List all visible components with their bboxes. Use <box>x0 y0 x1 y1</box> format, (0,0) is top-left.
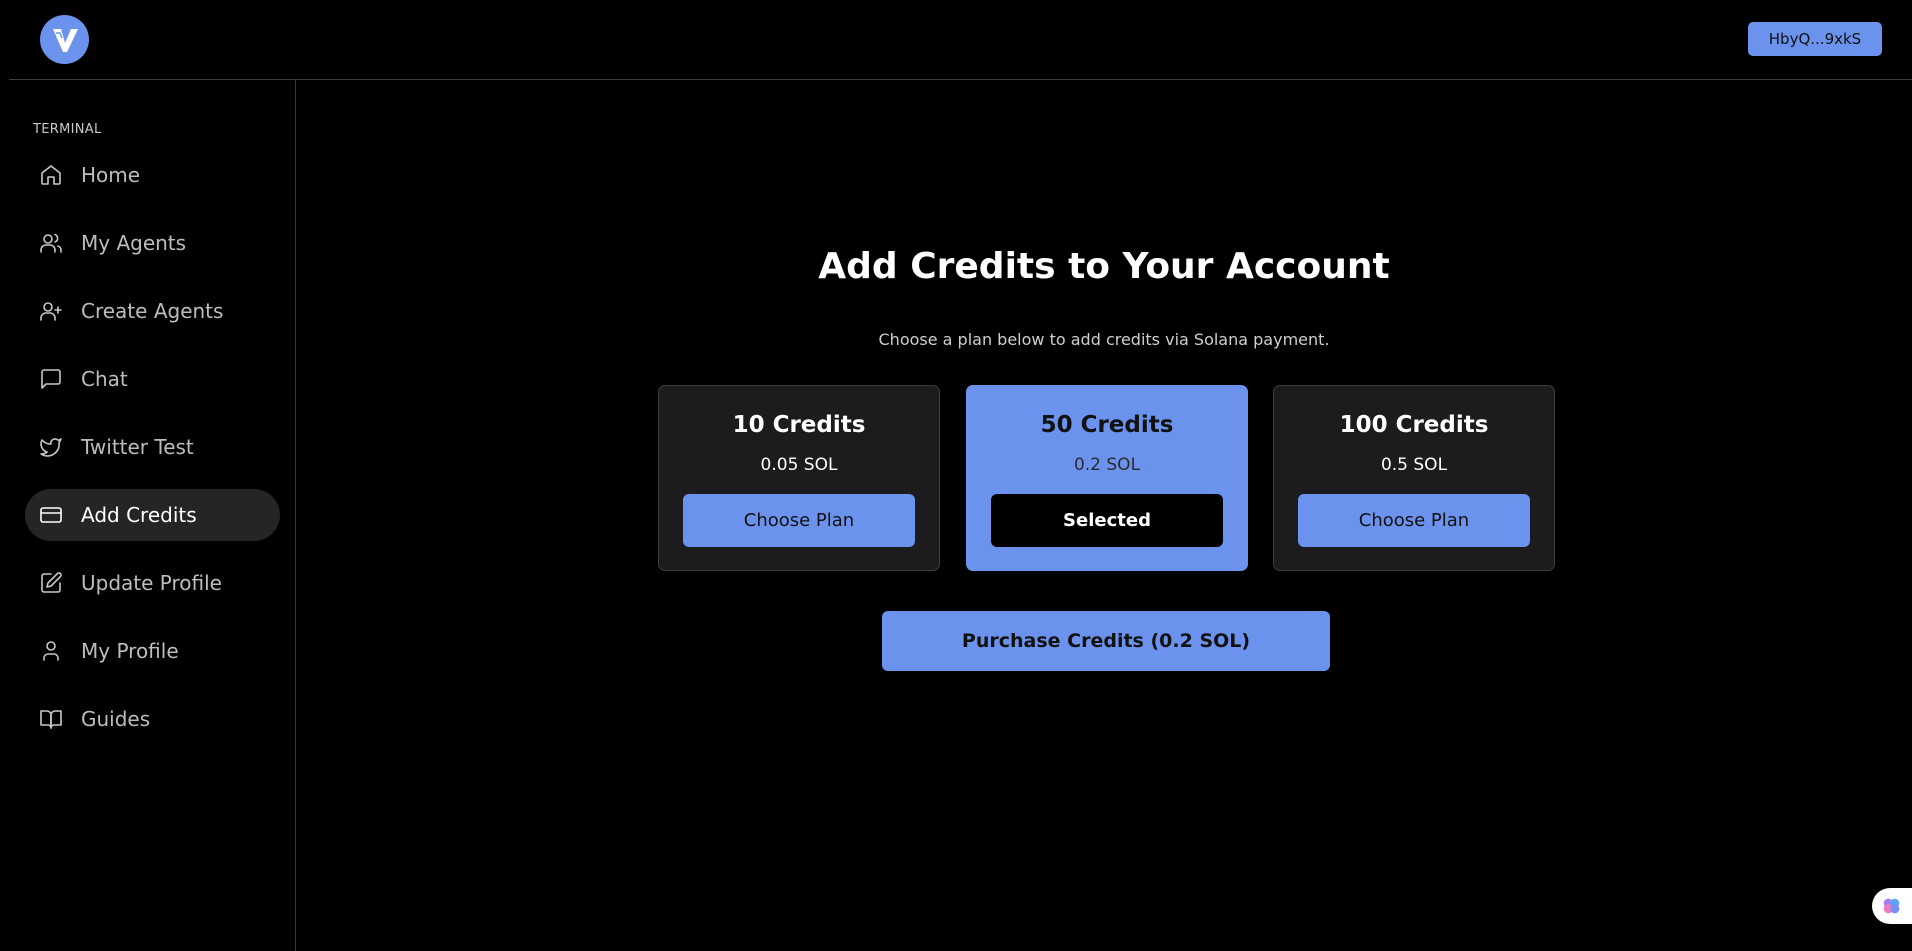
sidebar-item-label: Home <box>81 163 141 187</box>
plan-name: 100 Credits <box>1339 412 1489 438</box>
sidebar-item-update-profile[interactable]: Update Profile <box>25 557 280 609</box>
floating-assistant-widget[interactable] <box>1872 888 1912 924</box>
sidebar-item-label: Add Credits <box>81 503 197 527</box>
page-title: Add Credits to Your Account <box>818 246 1390 287</box>
sidebar-item-label: Twitter Test <box>81 435 194 459</box>
sidebar-item-label: Create Agents <box>81 299 224 323</box>
logo[interactable] <box>40 15 89 64</box>
choose-plan-button[interactable]: Choose Plan <box>683 494 915 547</box>
purchase-credits-button[interactable]: Purchase Credits (0.2 SOL) <box>882 611 1330 671</box>
selected-plan-button[interactable]: Selected <box>991 494 1223 547</box>
sidebar-item-guides[interactable]: Guides <box>25 693 280 745</box>
plan-price: 0.05 SOL <box>760 455 838 475</box>
sidebar-item-twitter-test[interactable]: Twitter Test <box>25 421 280 473</box>
sidebar-item-my-profile[interactable]: My Profile <box>25 625 280 677</box>
sidebar-item-label: Update Profile <box>81 571 222 595</box>
plan-card-10-credits[interactable]: 10 Credits 0.05 SOL Choose Plan <box>658 385 940 571</box>
users-icon <box>39 231 63 255</box>
credit-card-icon <box>39 503 63 527</box>
home-icon <box>39 163 63 187</box>
user-icon <box>39 639 63 663</box>
message-square-icon <box>39 367 63 391</box>
sidebar-item-label: Guides <box>81 707 151 731</box>
edit-icon <box>39 571 63 595</box>
plan-card-50-credits[interactable]: 50 Credits 0.2 SOL Selected <box>966 385 1248 571</box>
sidebar-item-label: Chat <box>81 367 128 391</box>
brain-icon <box>1883 898 1900 914</box>
sidebar-item-label: My Profile <box>81 639 179 663</box>
sidebar-item-label: My Agents <box>81 231 187 255</box>
plan-name: 10 Credits <box>732 412 866 438</box>
page-subtitle: Choose a plan below to add credits via S… <box>878 330 1330 349</box>
sidebar-nav: Home My Agents Create Agents Chat Twitte <box>25 149 280 761</box>
plan-price: 0.2 SOL <box>1073 455 1141 475</box>
book-open-icon <box>39 707 63 731</box>
plan-card-100-credits[interactable]: 100 Credits 0.5 SOL Choose Plan <box>1273 385 1555 571</box>
twitter-icon <box>39 435 63 459</box>
sidebar-item-home[interactable]: Home <box>25 149 280 201</box>
sidebar-item-create-agents[interactable]: Create Agents <box>25 285 280 337</box>
v-logo-icon <box>52 28 78 52</box>
main-content: Add Credits to Your Account Choose a pla… <box>296 80 1912 951</box>
sidebar: TERMINAL Home My Agents Create Agents Ch… <box>0 80 296 951</box>
user-plus-icon <box>39 299 63 323</box>
choose-plan-button[interactable]: Choose Plan <box>1298 494 1530 547</box>
sidebar-item-chat[interactable]: Chat <box>25 353 280 405</box>
plan-list: 10 Credits 0.05 SOL Choose Plan 50 Credi… <box>658 385 1556 571</box>
wallet-address-button[interactable]: HbyQ...9xkS <box>1748 22 1882 56</box>
plan-price: 0.5 SOL <box>1380 455 1448 475</box>
plan-name: 50 Credits <box>1040 412 1174 438</box>
sidebar-section-label: TERMINAL <box>33 122 102 137</box>
sidebar-item-add-credits[interactable]: Add Credits <box>25 489 280 541</box>
top-bar: HbyQ...9xkS <box>0 0 1912 80</box>
sidebar-item-my-agents[interactable]: My Agents <box>25 217 280 269</box>
